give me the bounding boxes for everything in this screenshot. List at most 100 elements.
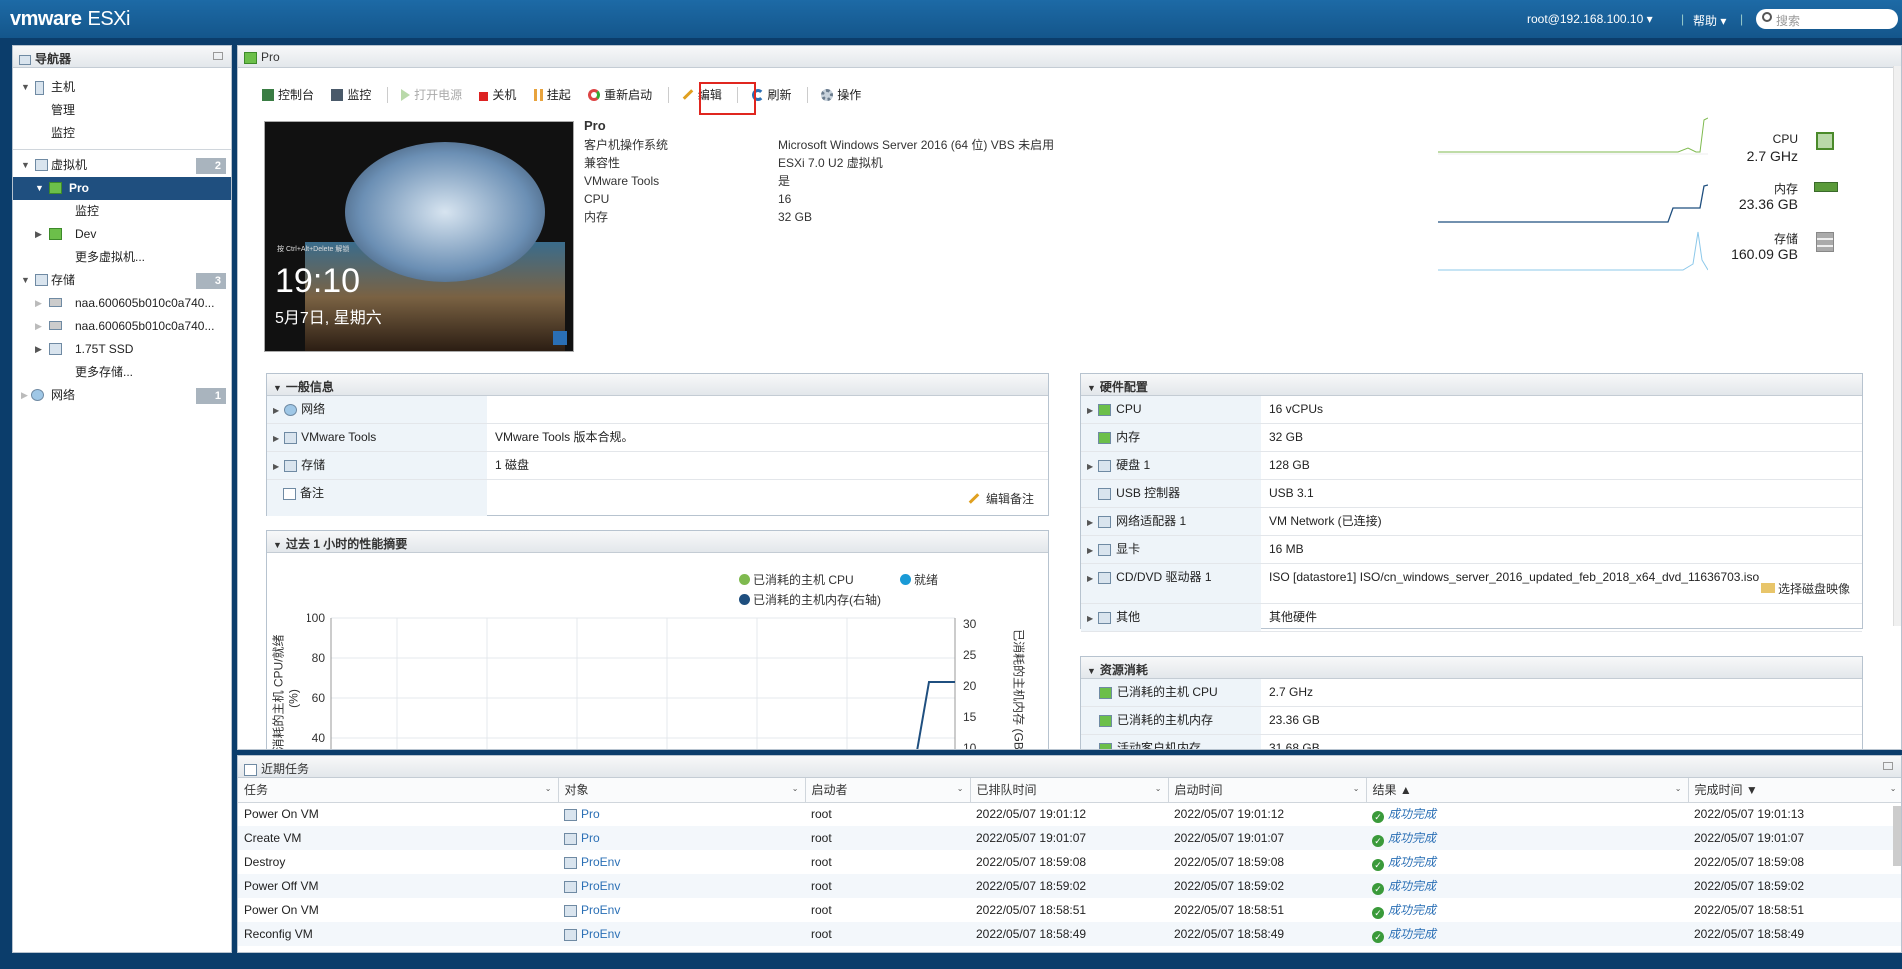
hardware-value[interactable]: VM Network (已连接) — [1263, 508, 1382, 535]
table-row[interactable]: Power On VM ProEnv root 2022/05/07 18:58:51… — [238, 898, 1901, 922]
pause-icon — [533, 89, 543, 101]
storage-icon — [284, 459, 298, 472]
hardware-row[interactable]: ▶ CPU 16 vCPUs — [1081, 396, 1862, 424]
table-row[interactable]: Reconfig VM ProEnv root 2022/05/07 18:58:49… — [238, 922, 1901, 946]
edit-notes-button[interactable]: 编辑备注 — [968, 486, 1034, 513]
nav-datastore-3[interactable]: ▶ 1.75T SSD — [13, 338, 231, 361]
consumption-row: 已消耗的主机内存 23.36 GB — [1081, 707, 1862, 735]
refresh-button[interactable]: 刷新 — [751, 86, 792, 103]
task-cell[interactable]: ProEnv — [558, 898, 805, 922]
task-cell: 2022/05/07 19:01:07 — [1168, 826, 1366, 850]
nav-datastore-1[interactable]: ▶ naa.600605b010c0a740... — [13, 292, 231, 315]
general-network-row[interactable]: ▶ 网络 — [267, 396, 1048, 424]
vm-console-thumbnail[interactable]: 按 Ctrl+Alt+Delete 解锁 19:10 5月7日, 星期六 — [264, 121, 574, 352]
user-menu[interactable]: root@192.168.100.10 ▾ — [1527, 12, 1653, 26]
collapse-icon[interactable] — [213, 52, 223, 60]
chevron-down-icon[interactable]: ⌄ — [1675, 784, 1682, 793]
column-header[interactable]: 已排队时间 ⌄ — [970, 778, 1169, 803]
collapse-icon[interactable] — [1883, 762, 1893, 770]
monitor-button[interactable]: 监控 — [331, 86, 371, 103]
general-info-portlet: ▼ 一般信息 ▶ 网络 ▶ VMware Tools VMware Tools 版本合规… — [266, 373, 1049, 516]
navigator-header: 导航器 — [13, 46, 231, 68]
hardware-row[interactable]: ▶ 其他 其他硬件 — [1081, 604, 1862, 632]
performance-header[interactable]: ▼ 过去 1 小时的性能摘要 — [267, 531, 1048, 553]
task-cell[interactable]: ProEnv — [558, 850, 805, 874]
vm-info-value: ESXi 7.0 U2 虚拟机 — [778, 156, 883, 170]
hardware-row[interactable]: ▶ 网络适配器 1 VM Network (已连接) — [1081, 508, 1862, 536]
column-header[interactable]: 对象 ⌄ — [558, 778, 806, 803]
column-header[interactable]: 启动时间 ⌄ — [1168, 778, 1367, 803]
column-header[interactable]: 任务 ⌄ — [238, 778, 559, 803]
actions-button[interactable]: 操作 — [821, 86, 861, 103]
nav-network[interactable]: ▶ 网络 1 — [13, 384, 231, 407]
task-cell[interactable]: ProEnv — [558, 922, 805, 946]
navigator-icon — [19, 54, 31, 65]
column-header[interactable]: 完成时间 ▼ ⌄ — [1688, 778, 1901, 803]
nav-vm-dev[interactable]: ▶ Dev — [13, 223, 231, 246]
task-cell[interactable]: Pro — [558, 802, 805, 826]
task-cell[interactable]: ProEnv — [558, 874, 805, 898]
chevron-down-icon[interactable]: ⌄ — [545, 784, 552, 793]
nav-vms[interactable]: ▼ 虚拟机 2 — [13, 154, 231, 177]
chevron-down-icon[interactable]: ⌄ — [1890, 784, 1897, 793]
help-menu[interactable]: 帮助 ▾ — [1693, 12, 1726, 29]
top-bar: vmware ESXi root@192.168.100.10 ▾ | 帮助 ▾ … — [0, 0, 1902, 38]
console-button[interactable]: 控制台 — [262, 86, 314, 103]
nav-vm-pro[interactable]: ▼ Pro — [13, 177, 231, 200]
restart-button[interactable]: 重新启动 — [588, 86, 652, 103]
y-right-tick: 30 — [963, 617, 977, 631]
chevron-down-icon[interactable]: ⌄ — [957, 784, 964, 793]
host-icon — [35, 81, 44, 95]
chevron-down-icon[interactable]: ⌄ — [1353, 784, 1360, 793]
table-row[interactable]: Power On VM Pro root 2022/05/07 19:01:12 202… — [238, 802, 1901, 826]
main-scrollbar[interactable] — [1893, 66, 1901, 626]
hardware-header[interactable]: ▼ 硬件配置 — [1081, 374, 1862, 396]
column-header[interactable]: 启动者 ⌄ — [805, 778, 971, 803]
storage-summary: 1 磁盘 — [495, 458, 530, 472]
restart-icon — [588, 89, 601, 101]
nav-host[interactable]: ▼ 主机 — [13, 76, 231, 99]
hardware-row[interactable]: ▶ CD/DVD 驱动器 1 ISO [datastore1] ISO/cn_win… — [1081, 564, 1862, 604]
search-input[interactable]: 搜索 — [1756, 9, 1898, 29]
hardware-key: 硬盘 1 — [1116, 458, 1151, 472]
consumption-header[interactable]: ▼ 资源消耗 — [1081, 657, 1862, 679]
nav-more-vms[interactable]: 更多虚拟机... — [13, 246, 231, 269]
nav-storage[interactable]: ▼ 存储 3 — [13, 269, 231, 292]
general-tools-row[interactable]: ▶ VMware Tools VMware Tools 版本合规。 — [267, 424, 1048, 452]
general-info-header[interactable]: ▼ 一般信息 — [267, 374, 1048, 396]
power-on-button[interactable]: 打开电源 — [401, 86, 462, 103]
y-left-tick: 80 — [312, 651, 326, 665]
task-cell: 2022/05/07 18:59:08 — [1694, 855, 1805, 869]
hardware-row[interactable]: ▶ 硬盘 1 128 GB — [1081, 452, 1862, 480]
nav-datastore-2[interactable]: ▶ naa.600605b010c0a740... — [13, 315, 231, 338]
cpu-value: 2.7 GHz — [1746, 148, 1798, 164]
chevron-down-icon[interactable]: ⌄ — [792, 784, 799, 793]
nav-more-storage[interactable]: 更多存储... — [13, 361, 231, 384]
chevron-down-icon[interactable]: ⌄ — [1155, 784, 1162, 793]
hardware-row[interactable]: ▶ 显卡 16 MB — [1081, 536, 1862, 564]
task-cell: 2022/05/07 18:59:08 — [976, 855, 1087, 869]
tasks-scrollbar[interactable] — [1893, 806, 1901, 866]
shutdown-button[interactable]: 关机 — [479, 86, 516, 103]
nav-host-manage[interactable]: 管理 — [13, 99, 231, 122]
nav-host-monitor[interactable]: 监控 — [13, 122, 231, 145]
nav-vm-pro-monitor[interactable]: 监控 — [13, 200, 231, 223]
navigator-panel: 导航器 ▼ 主机 管理 监控 ▼ 虚拟机 2 ▼ Pro 监控 ▶ Dev 更多虚拟机..… — [12, 45, 232, 953]
hardware-row[interactable]: ▶USB 控制器USB 3.1 — [1081, 480, 1862, 508]
hardware-row[interactable]: ▶内存32 GB — [1081, 424, 1862, 452]
usb-icon — [1098, 487, 1112, 500]
legend-memory-dot — [739, 594, 750, 605]
table-row[interactable]: Power Off VM ProEnv root 2022/05/07 18:59:0… — [238, 874, 1901, 898]
table-row[interactable]: Create VM Pro root 2022/05/07 19:01:07 2022/… — [238, 826, 1901, 850]
task-cell: root — [805, 874, 970, 898]
suspend-button[interactable]: 挂起 — [533, 86, 571, 103]
tools-status: VMware Tools 版本合规。 — [495, 430, 634, 444]
select-disk-image-button[interactable]: 选择磁盘映像 — [1760, 582, 1850, 596]
task-cell[interactable]: Pro — [558, 826, 805, 850]
column-header[interactable]: 结果 ▲ ⌄ — [1366, 778, 1689, 803]
consumption-value: 23.36 GB — [1269, 713, 1320, 727]
general-storage-row[interactable]: ▶ 存储 1 磁盘 — [267, 452, 1048, 480]
network-icon — [284, 403, 298, 416]
vm-detail-panel: Pro 控制台 监控 打开电源 关机 挂起 重新启动 编辑 刷新 操作 按 Ct… — [237, 45, 1902, 750]
table-row[interactable]: Destroy ProEnv root 2022/05/07 18:59:08 2022… — [238, 850, 1901, 874]
